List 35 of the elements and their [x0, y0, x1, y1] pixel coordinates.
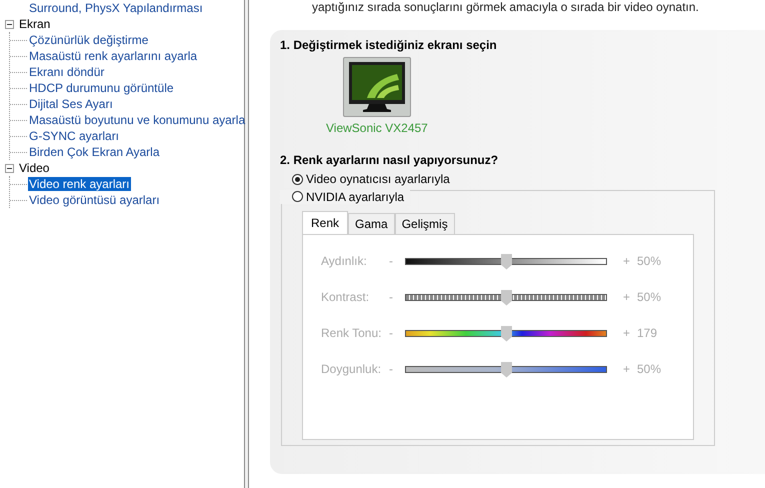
section-heading: 1. Değiştirmek istediğiniz ekranı seçin: [280, 38, 498, 52]
tree-item[interactable]: Masaüstü renk ayarlarını ayarla: [28, 49, 198, 63]
tree-item[interactable]: Ekranı döndür: [28, 65, 106, 79]
monitor-icon[interactable]: [342, 57, 411, 117]
slider-value: 50%: [637, 290, 662, 304]
tree-item[interactable]: Masaüstü boyutunu ve konumunu ayarla: [28, 113, 246, 127]
slider-value: 50%: [637, 254, 662, 268]
tree-item[interactable]: Surround, PhysX Yapılandırması: [28, 1, 204, 15]
increase-label: +: [623, 290, 632, 304]
decrease-label: -: [389, 326, 394, 340]
tree-item[interactable]: Video renk ayarları: [28, 177, 130, 191]
slider-label: Doygunluk:: [321, 362, 382, 376]
slider-value: 50%: [637, 362, 662, 376]
tree-item[interactable]: HDCP durumunu görüntüle: [28, 81, 175, 95]
collapse-toggle-icon[interactable]: [5, 164, 14, 172]
tree-group-label[interactable]: Video: [18, 161, 50, 175]
slider-value: 179: [637, 326, 658, 340]
tree-item[interactable]: G-SYNC ayarları: [28, 129, 120, 143]
tree-item[interactable]: Dijital Ses Ayarı: [28, 97, 114, 111]
decrease-label: -: [389, 254, 394, 268]
slider-label: Aydınlık:: [321, 254, 368, 268]
increase-label: +: [623, 362, 632, 376]
decrease-label: -: [389, 362, 394, 376]
section-heading: 2. Renk ayarlarını nasıl yapıyorsunuz?: [280, 153, 500, 167]
decrease-label: -: [389, 290, 394, 304]
tree-item[interactable]: Video görüntüsü ayarları: [28, 193, 161, 207]
tree-item[interactable]: Birden Çok Ekran Ayarla: [28, 145, 161, 159]
slider-label: Kontrast:: [321, 290, 370, 304]
description-text: yaptığınız sırada sonuçlarını görmek amacıyla o sırada bir video oynatın.: [311, 0, 700, 16]
tree-group-label[interactable]: Ekran: [18, 17, 52, 31]
slider-label: Renk Tonu:: [321, 326, 382, 340]
increase-label: +: [623, 254, 632, 268]
tree-item[interactable]: Çözünürlük değiştirme: [28, 33, 150, 47]
increase-label: +: [623, 326, 632, 340]
collapse-toggle-icon[interactable]: [5, 20, 14, 28]
